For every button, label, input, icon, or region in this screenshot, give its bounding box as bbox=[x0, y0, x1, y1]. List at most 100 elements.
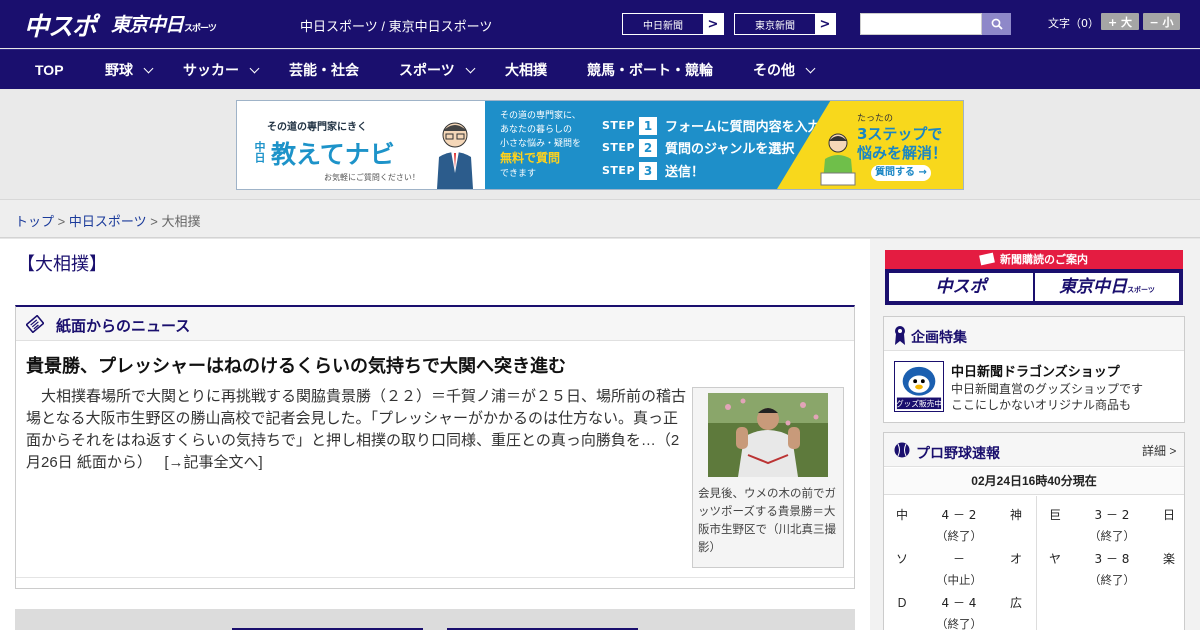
tokyo-shimbun-link[interactable]: 東京新聞 > bbox=[734, 13, 836, 35]
pro-baseball-detail-link[interactable]: 詳細 > bbox=[1142, 442, 1176, 459]
tokyo-logo-main: 東京中日 bbox=[111, 14, 184, 36]
nav-label: サッカー bbox=[183, 62, 239, 78]
news-section: 紙面からのニュース 貴景勝、プレッシャーはねのけるくらいの気持ちで大関へ突き進む… bbox=[15, 305, 855, 589]
banner-step-3: STEP 3 送信！ bbox=[602, 161, 704, 180]
home-team: 中 bbox=[896, 508, 909, 522]
news-section-title: 紙面からのニュース bbox=[56, 318, 191, 335]
chevron-down-icon bbox=[805, 63, 816, 74]
away-team: 神 bbox=[1010, 508, 1023, 522]
tokyo-logo-small: スポーツ bbox=[184, 24, 217, 34]
photo-caption: 会見後、ウメの木の前でガッツポーズする貴景勝＝大阪市生野区で（川北真三撮影） bbox=[698, 486, 836, 554]
banner-mid-line: あなたの暮らしの bbox=[500, 125, 573, 135]
nav-item-baseball[interactable]: 野球 bbox=[105, 50, 154, 90]
banner-mid-text: その道の専門家に、 あなたの暮らしの 小さな悩み・疑問を 無料で質問 できます bbox=[500, 109, 581, 181]
nav-label: 芸能・社会 bbox=[289, 62, 359, 78]
feature-item-desc: 中日新聞直営のグッズショップです ここにしかないオリジナル商品も bbox=[951, 381, 1143, 413]
chevron-right-icon: > bbox=[815, 14, 835, 34]
divider bbox=[16, 577, 854, 578]
game-score[interactable]: Ｄ 4 － 4 広 （終了） bbox=[884, 588, 1034, 630]
dragons-shop-image[interactable]: グッズ販売中 bbox=[894, 361, 944, 412]
game-score[interactable]: ヤ 3 － 8 楽 （終了） bbox=[1037, 544, 1187, 588]
banner-brand: 中日 教えてナビ bbox=[251, 135, 411, 171]
banner-mid-line: その道の専門家に、 bbox=[500, 111, 581, 121]
score: 4 － 4 bbox=[941, 596, 977, 610]
nav-label: スポーツ bbox=[399, 62, 455, 78]
banner-free-question: 無料で質問 bbox=[500, 151, 561, 165]
pro-baseball-title: プロ野球速報 bbox=[916, 445, 1000, 461]
nav-label: 競馬・ボート・競輪 bbox=[587, 62, 713, 78]
breadcrumb-chunichi-sports-link[interactable]: 中日スポーツ bbox=[69, 214, 147, 229]
nav-item-racing[interactable]: 競馬・ボート・競輪 bbox=[587, 50, 713, 90]
tokyo-chunichi-logo[interactable]: 東京中日スポーツ bbox=[111, 10, 217, 37]
chevron-down-icon bbox=[143, 63, 154, 74]
banner-right-headline: 3ステップで bbox=[857, 125, 943, 143]
envelope-icon bbox=[979, 252, 995, 266]
breadcrumb-top-link[interactable]: トップ bbox=[15, 214, 54, 229]
font-smaller-button[interactable]: − 小 bbox=[1143, 13, 1180, 30]
step-text: 送信！ bbox=[665, 165, 705, 180]
oshiete-navi-banner[interactable]: その道の専門家にきく 中日 教えてナビ お気軽にご質問ください！ その道の専門家に… bbox=[236, 100, 964, 190]
nav-item-sports[interactable]: スポーツ bbox=[399, 50, 476, 90]
game-status: （終了） bbox=[1089, 573, 1135, 587]
nav-item-top[interactable]: TOP bbox=[35, 50, 64, 90]
step-text: 質問のジャンルを選択 bbox=[665, 142, 795, 157]
step-number: 2 bbox=[639, 138, 658, 157]
banner-ask-button[interactable]: 質問する → bbox=[871, 165, 931, 181]
read-full-article-link[interactable]: [→記事全文へ] bbox=[164, 454, 262, 471]
subscribe-tokyo-button[interactable]: 東京中日スポーツ bbox=[1035, 273, 1179, 301]
lower-section bbox=[15, 609, 855, 630]
article-summary: 大相撲春場所で大関とりに再挑戦する関脇貴景勝（２２）＝千賀ノ浦＝が２５日、場所前… bbox=[26, 386, 686, 474]
game-status: （終了） bbox=[936, 617, 982, 630]
site-title: 中日スポーツ / 東京中日スポーツ bbox=[300, 19, 493, 34]
article-title[interactable]: 貴景勝、プレッシャーはねのけるくらいの気持ちで大関へ突き進む bbox=[26, 352, 566, 378]
away-team: 広 bbox=[1010, 596, 1023, 610]
step-label: STEP bbox=[602, 141, 636, 154]
search-button[interactable] bbox=[982, 13, 1011, 35]
nav-item-other[interactable]: その他 bbox=[753, 50, 816, 90]
game-score[interactable]: 中 4 － 2 神 （終了） bbox=[884, 500, 1034, 544]
dragons-shop-image-label: グッズ販売中 bbox=[896, 399, 942, 409]
nav-item-soccer[interactable]: サッカー bbox=[183, 50, 260, 90]
home-team: ヤ bbox=[1049, 552, 1062, 566]
ribbon-icon bbox=[895, 326, 905, 345]
feature-desc-line: 中日新聞直営のグッズショップです bbox=[951, 382, 1144, 396]
banner-tagline: その道の専門家にきく bbox=[267, 122, 367, 133]
page-title: 【大相撲】 bbox=[17, 254, 107, 274]
banner-sub: お気軽にご質問ください！ bbox=[324, 173, 420, 182]
breadcrumb-separator: > bbox=[57, 214, 66, 229]
nav-item-sumo[interactable]: 大相撲 bbox=[505, 50, 547, 90]
step-label: STEP bbox=[602, 164, 636, 177]
pro-baseball-header: プロ野球速報 詳細 > bbox=[884, 433, 1184, 467]
subscribe-tokyo-label: 東京中日 bbox=[1059, 277, 1128, 297]
game-score[interactable]: 巨 3 － 2 日 （終了） bbox=[1037, 500, 1187, 544]
chevron-down-icon bbox=[465, 63, 476, 74]
banner-right-headline-2: 悩みを解消！ bbox=[857, 144, 948, 162]
feature-header: 企画特集 bbox=[884, 317, 1184, 351]
search-input[interactable] bbox=[860, 13, 982, 35]
score: － bbox=[952, 552, 965, 566]
article-photo[interactable] bbox=[708, 393, 828, 477]
site-header: 中スポ 東京中日スポーツ 中日スポーツ / 東京中日スポーツ 中日新聞 > 東京… bbox=[0, 0, 1200, 48]
subscription-title-text: 新聞購読のご案内 bbox=[1000, 253, 1088, 266]
subscription-title: 新聞購読のご案内 bbox=[885, 250, 1183, 269]
chuspo-logo[interactable]: 中スポ bbox=[24, 7, 97, 43]
score: 4 － 2 bbox=[941, 508, 977, 522]
banner-mid-line: できます bbox=[500, 169, 537, 179]
home-team: ソ bbox=[896, 552, 909, 566]
feature-item-title[interactable]: 中日新聞ドラゴンズショップ bbox=[951, 361, 1120, 380]
game-status: （終了） bbox=[936, 529, 982, 543]
nav-item-entertainment[interactable]: 芸能・社会 bbox=[289, 50, 359, 90]
chunichi-shimbun-link[interactable]: 中日新聞 > bbox=[622, 13, 724, 35]
subscription-box: 新聞購読のご案内 中スポ 東京中日スポーツ bbox=[885, 250, 1183, 305]
font-larger-button[interactable]: + 大 bbox=[1101, 13, 1139, 30]
search-icon bbox=[991, 18, 1003, 30]
step-text: フォームに質問内容を入力 bbox=[665, 120, 821, 135]
chunichi-shimbun-label: 中日新聞 bbox=[643, 20, 683, 32]
newspaper-icon bbox=[26, 315, 44, 333]
banner-step-1: STEP 1 フォームに質問内容を入力 bbox=[602, 116, 821, 135]
game-score[interactable]: ソ － オ （中止） bbox=[884, 544, 1034, 588]
away-team: 楽 bbox=[1163, 552, 1176, 566]
chevron-down-icon bbox=[249, 63, 260, 74]
step-number: 1 bbox=[639, 116, 658, 135]
subscribe-chuspo-button[interactable]: 中スポ bbox=[889, 273, 1033, 301]
